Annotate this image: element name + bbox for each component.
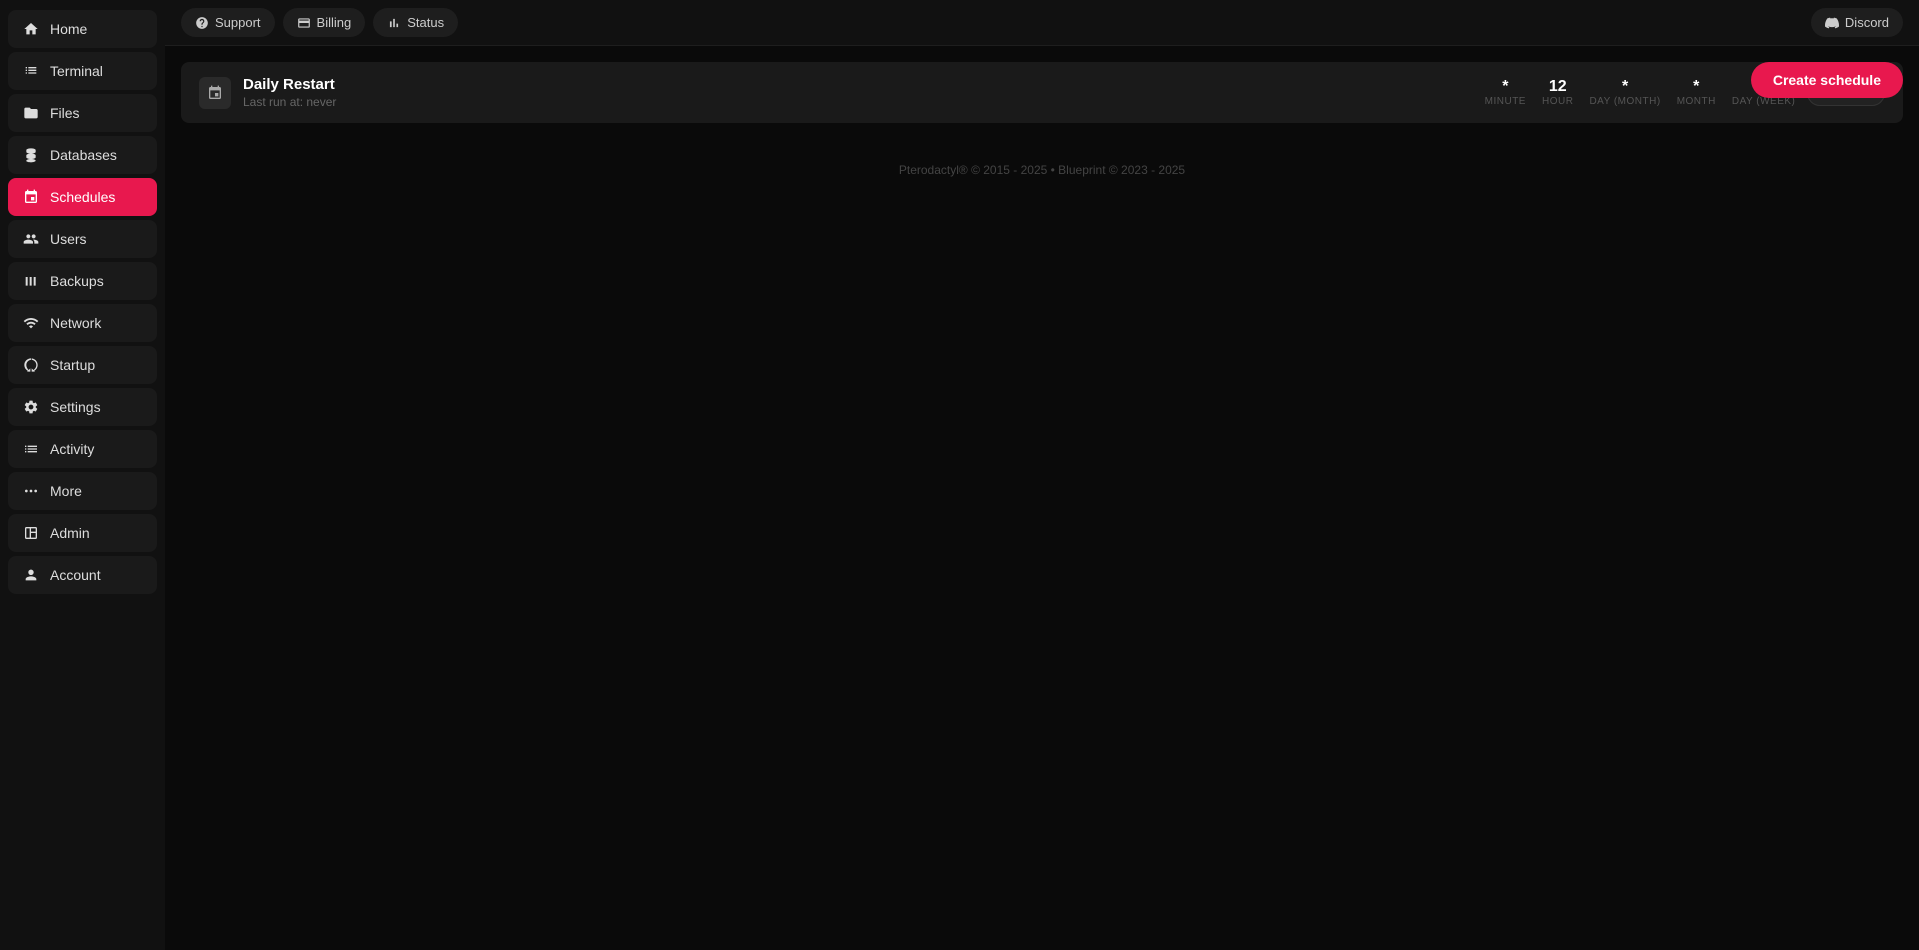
status-label: Status: [407, 15, 444, 30]
billing-button[interactable]: Billing: [283, 8, 366, 37]
schedule-name: Daily Restart: [243, 76, 1473, 93]
footer: Pterodactyl® © 2015 - 2025 • Blueprint ©…: [181, 123, 1903, 193]
admin-icon: [22, 524, 40, 542]
sidebar-label-startup: Startup: [50, 357, 95, 373]
cron-month: * MONTH: [1677, 78, 1716, 107]
activity-icon: [22, 440, 40, 458]
sidebar-label-settings: Settings: [50, 399, 101, 415]
network-icon: [22, 314, 40, 332]
backups-icon: [22, 272, 40, 290]
billing-icon: [297, 16, 311, 30]
users-icon: [22, 230, 40, 248]
sidebar-item-startup[interactable]: Startup: [8, 346, 157, 384]
sidebar-item-terminal[interactable]: Terminal: [8, 52, 157, 90]
databases-icon: [22, 146, 40, 164]
sidebar-label-more: More: [50, 483, 82, 499]
home-icon: [22, 20, 40, 38]
sidebar-item-admin[interactable]: Admin: [8, 514, 157, 552]
sidebar-item-backups[interactable]: Backups: [8, 262, 157, 300]
sidebar-item-more[interactable]: More: [8, 472, 157, 510]
create-schedule-button[interactable]: Create schedule: [1751, 62, 1903, 98]
sidebar-label-account: Account: [50, 567, 101, 583]
sidebar-item-account[interactable]: Account: [8, 556, 157, 594]
page-content: Daily Restart Last run at: never * MINUT…: [165, 46, 1919, 950]
cron-minute-label: MINUTE: [1485, 96, 1526, 107]
cron-month-value: *: [1693, 78, 1699, 96]
top-navigation: Support Billing Status Discord: [165, 0, 1919, 46]
support-icon: [195, 16, 209, 30]
schedule-row[interactable]: Daily Restart Last run at: never * MINUT…: [181, 62, 1903, 123]
schedules-icon: [22, 188, 40, 206]
schedule-last-run: Last run at: never: [243, 95, 1473, 109]
sidebar-item-network[interactable]: Network: [8, 304, 157, 342]
sidebar-label-databases: Databases: [50, 147, 117, 163]
terminal-icon: [22, 62, 40, 80]
sidebar-label-schedules: Schedules: [50, 189, 115, 205]
more-icon: [22, 482, 40, 500]
cron-hour: 12 HOUR: [1542, 78, 1573, 107]
schedule-info: Daily Restart Last run at: never: [243, 76, 1473, 109]
sidebar-label-activity: Activity: [50, 441, 94, 457]
cron-day-month: * DAY (MONTH): [1589, 78, 1660, 107]
sidebar-item-databases[interactable]: Databases: [8, 136, 157, 174]
status-button[interactable]: Status: [373, 8, 458, 37]
sidebar-item-users[interactable]: Users: [8, 220, 157, 258]
cron-hour-value: 12: [1549, 78, 1567, 96]
cron-minute: * MINUTE: [1485, 78, 1526, 107]
schedule-row-icon: [199, 77, 231, 109]
discord-icon: [1825, 16, 1839, 30]
sidebar-label-network: Network: [50, 315, 101, 331]
cron-day-month-value: *: [1622, 78, 1628, 96]
cron-minute-value: *: [1502, 78, 1508, 96]
sidebar-item-home[interactable]: Home: [8, 10, 157, 48]
cron-hour-label: HOUR: [1542, 96, 1573, 107]
sidebar-item-activity[interactable]: Activity: [8, 430, 157, 468]
settings-icon: [22, 398, 40, 416]
sidebar-label-home: Home: [50, 21, 87, 37]
sidebar-item-schedules[interactable]: Schedules: [8, 178, 157, 216]
cron-day-month-label: DAY (MONTH): [1589, 96, 1660, 107]
account-icon: [22, 566, 40, 584]
sidebar-item-settings[interactable]: Settings: [8, 388, 157, 426]
discord-label: Discord: [1845, 15, 1889, 30]
sidebar-label-files: Files: [50, 105, 80, 121]
sidebar-label-terminal: Terminal: [50, 63, 103, 79]
discord-button[interactable]: Discord: [1811, 8, 1903, 37]
footer-text: Pterodactyl® © 2015 - 2025 • Blueprint ©…: [899, 163, 1185, 177]
files-icon: [22, 104, 40, 122]
startup-icon: [22, 356, 40, 374]
sidebar-label-users: Users: [50, 231, 87, 247]
sidebar-label-admin: Admin: [50, 525, 90, 541]
schedule-cron: * MINUTE 12 HOUR * DAY (MONTH) * MONTH *: [1485, 78, 1796, 107]
support-label: Support: [215, 15, 261, 30]
sidebar-item-files[interactable]: Files: [8, 94, 157, 132]
cron-month-label: MONTH: [1677, 96, 1716, 107]
sidebar: Home Terminal Files Databases Schedules …: [0, 0, 165, 950]
support-button[interactable]: Support: [181, 8, 275, 37]
main-content: Support Billing Status Discord: [165, 0, 1919, 950]
sidebar-label-backups: Backups: [50, 273, 104, 289]
status-icon: [387, 16, 401, 30]
billing-label: Billing: [317, 15, 352, 30]
